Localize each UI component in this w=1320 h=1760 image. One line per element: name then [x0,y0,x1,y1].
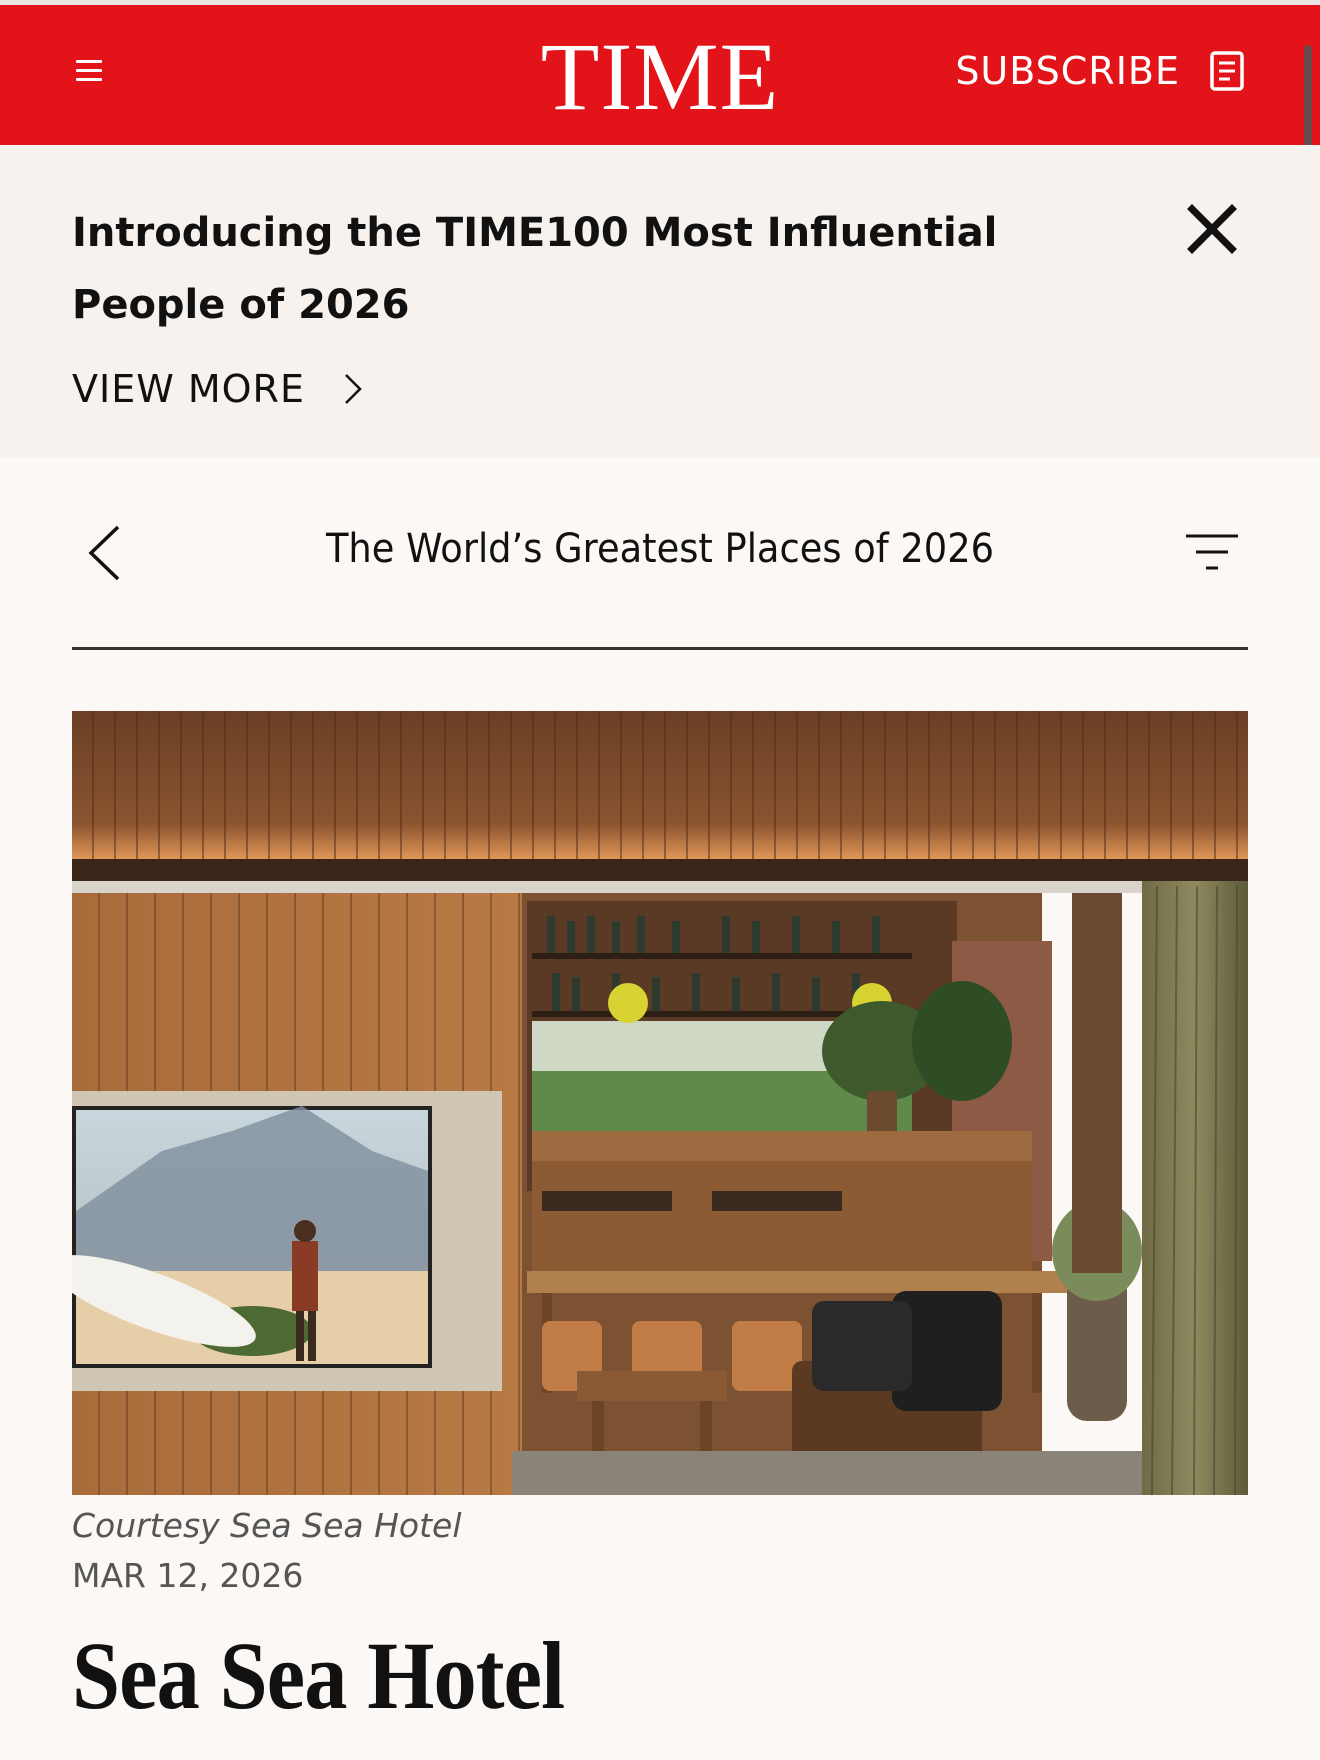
close-icon[interactable] [1186,203,1238,255]
subscribe-label: SUBSCRIBE [955,49,1180,93]
chevron-right-icon [345,374,362,404]
section-divider [72,647,1248,650]
section-title: The World’s Greatest Places of 2026 [325,526,995,572]
hero-image [72,711,1248,1495]
document-icon [1210,51,1244,91]
view-more-link[interactable]: VIEW MORE [72,367,363,411]
article-date: MAR 12, 2026 [72,1556,304,1595]
subscribe-button[interactable]: SUBSCRIBE [955,49,1244,93]
banner-title[interactable]: Introducing the TIME100 Most Influential… [72,197,1132,341]
image-caption: Courtesy Sea Sea Hotel [72,1506,462,1545]
filter-icon[interactable] [1184,532,1240,576]
promo-banner: Introducing the TIME100 Most Influential… [0,145,1320,457]
site-header: TIME SUBSCRIBE [0,5,1320,145]
article-headline: Sea Sea Hotel [72,1622,565,1729]
view-more-label: VIEW MORE [72,367,305,411]
